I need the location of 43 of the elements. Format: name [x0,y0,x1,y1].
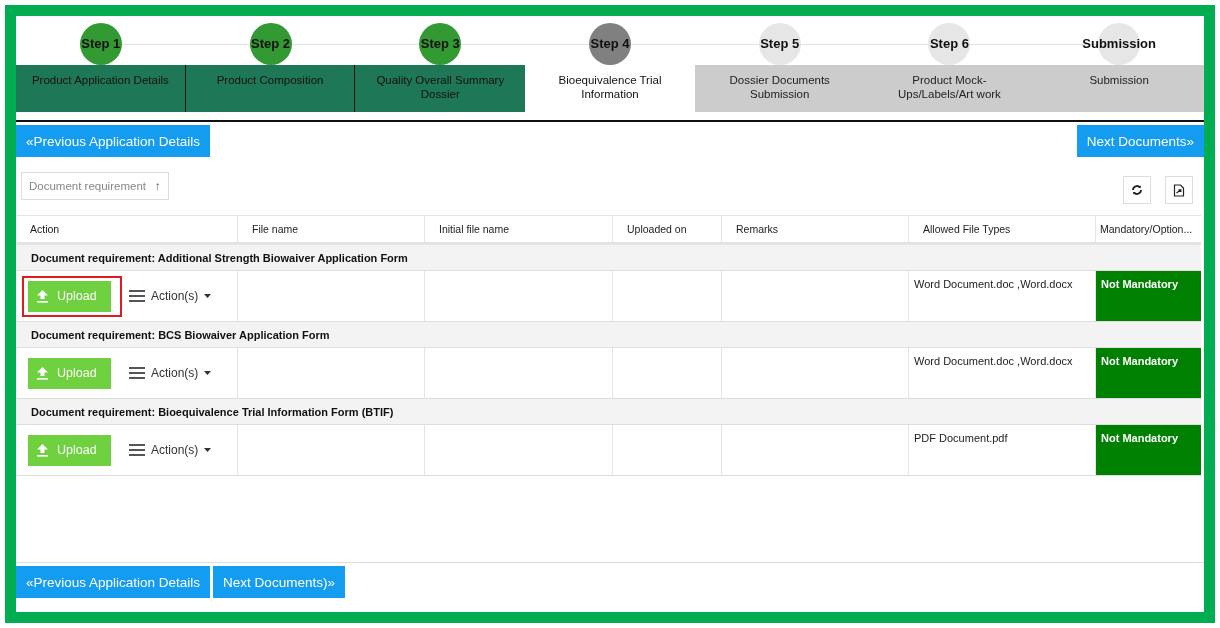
menu-icon [129,367,145,379]
column-header[interactable]: File name [237,216,424,242]
actions-dropdown[interactable]: Action(s) [129,289,212,303]
table-cell: Word Document.doc ,Word.docx [914,355,1073,367]
step-number: Submission [1082,36,1156,52]
step-number: Step 3 [420,36,460,52]
caret-icon [204,448,212,452]
upload-icon [36,289,49,303]
column-header[interactable]: Uploaded on [612,216,721,242]
caret-icon [204,371,212,375]
column-header[interactable]: Action [16,216,237,242]
column-header[interactable]: Remarks [721,216,908,242]
group-title: Document requirement: BCS Biowaiver Application Form [31,328,330,341]
step-number: Step 6 [929,36,969,52]
refresh-icon [1131,184,1143,196]
upload-icon [36,366,49,380]
mandatory-status: Not Mandatory [1095,271,1201,321]
menu-icon [129,444,145,456]
column-header[interactable]: Allowed File Types [908,216,1095,242]
step-tab[interactable]: Submission [1034,65,1204,112]
step-tab[interactable]: Product Mock-Ups/Labels/Art work [864,65,1035,112]
export-button[interactable] [1165,176,1193,204]
actions-dropdown[interactable]: Action(s) [129,443,212,457]
caret-icon [204,294,212,298]
sort-chip[interactable]: Document requirement ↑ [21,172,169,200]
group-title: Document requirement: Additional Strength Biowaiver Application Form [31,251,408,264]
mandatory-status: Not Mandatory [1095,348,1201,398]
table-cell: Word Document.doc ,Word.docx [914,278,1073,290]
refresh-button[interactable] [1123,176,1151,204]
menu-icon [129,290,145,302]
upload-icon [36,443,49,457]
table-cell: PDF Document.pdf [914,432,1008,444]
step-number: Step 4 [590,36,630,52]
actions-dropdown[interactable]: Action(s) [129,366,212,380]
column-header[interactable]: Mandatory/Option... [1095,216,1201,242]
column-header[interactable]: Initial file name [424,216,612,242]
step-number: Step 2 [251,36,291,52]
step-number: Step 5 [760,36,800,52]
export-file-icon [1173,183,1185,197]
mandatory-status: Not Mandatory [1095,425,1201,475]
step-tab[interactable]: Dossier Documents Submission [694,65,865,112]
group-title: Document requirement: Bioequivalence Trial Information Form (BTIF) [31,405,394,418]
step-number: Step 1 [81,36,121,52]
